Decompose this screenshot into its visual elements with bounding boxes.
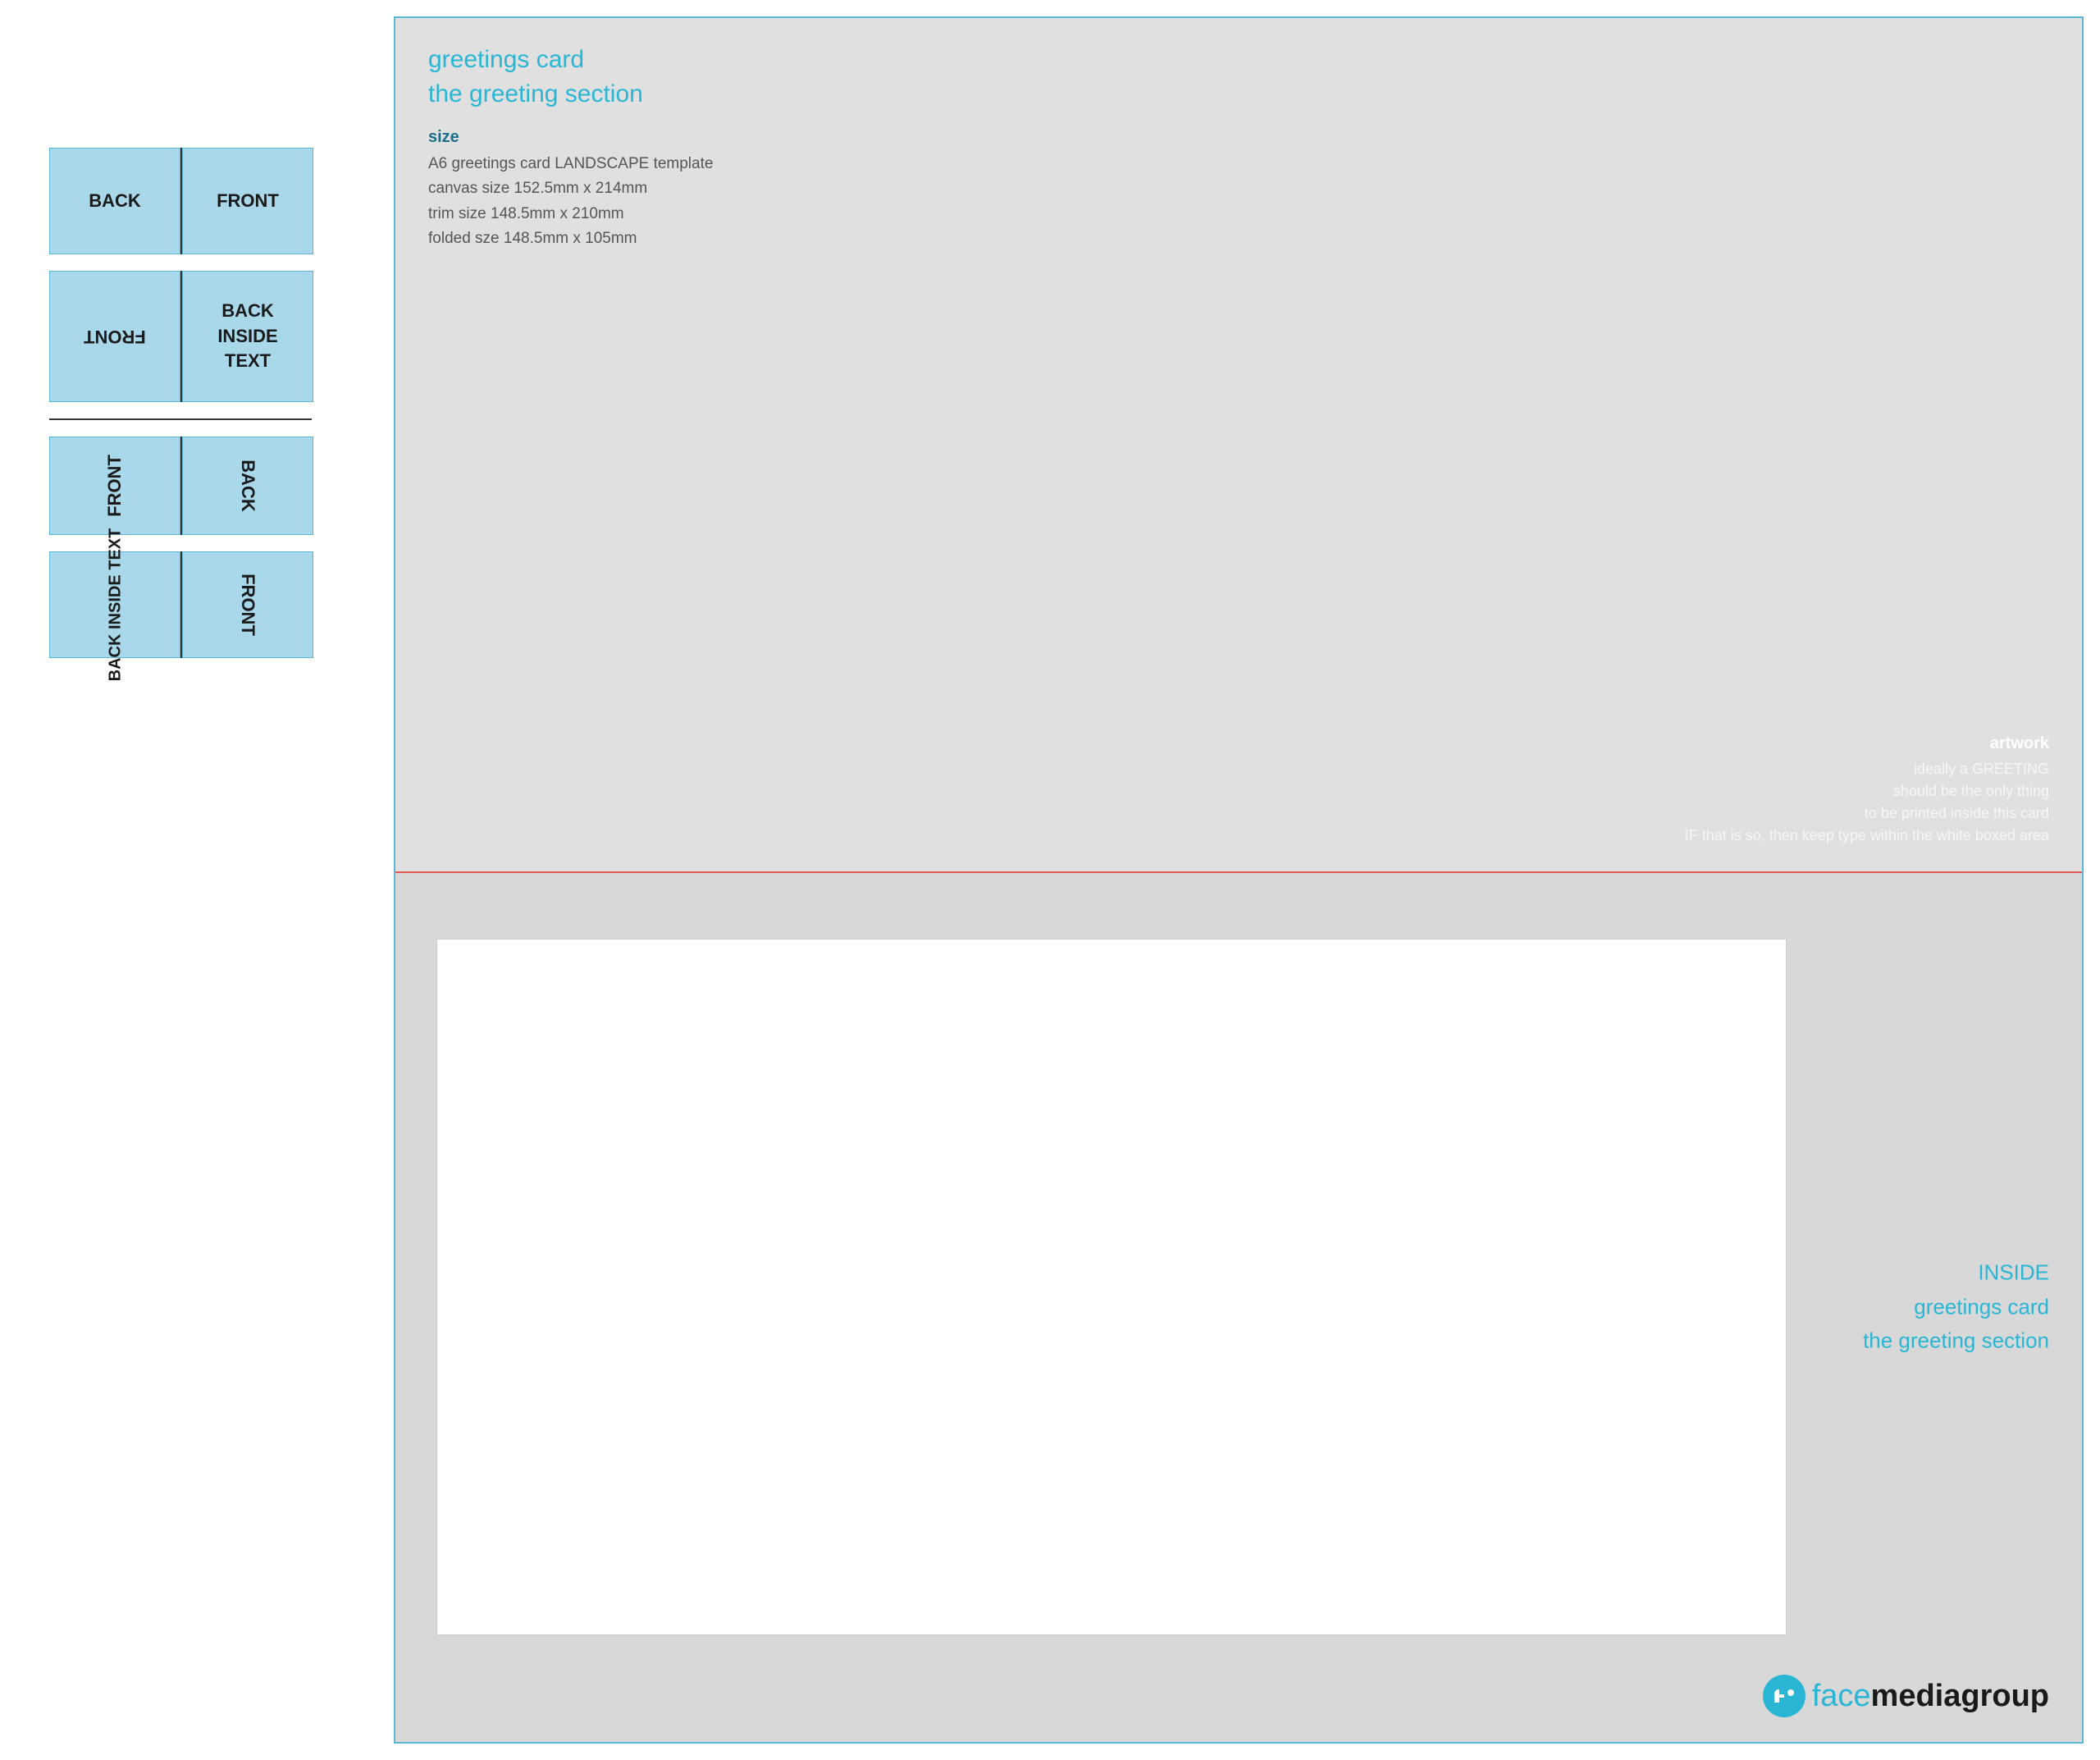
artwork-title: artwork bbox=[1685, 734, 2049, 753]
inside-line2: greetings card bbox=[1863, 1290, 2049, 1324]
back-inside-label: BACK INSIDE TEXT bbox=[217, 299, 277, 374]
right-panel: greetings card the greeting section size… bbox=[394, 0, 2100, 1760]
fmg-logo: facemediagroup bbox=[1763, 1675, 2049, 1717]
fmg-text: facemediagroup bbox=[1812, 1679, 2049, 1714]
artwork-line4: IF that is so, then keep type within the… bbox=[1685, 825, 2049, 847]
artwork-line3: to be printed inside this card bbox=[1685, 802, 2049, 825]
card-row-1: BACK FRONT bbox=[49, 148, 361, 254]
back-rotated-label: BACK bbox=[237, 459, 258, 512]
front-rotated-label: FRONT bbox=[104, 455, 126, 517]
card-front-flipped: FRONT bbox=[49, 271, 180, 402]
left-panel: BACK FRONT FRONT BACK INSIDE TEXT FRONT … bbox=[0, 0, 394, 1760]
size-line3: trim size 148.5mm x 210mm bbox=[428, 202, 2049, 226]
back-label: BACK bbox=[89, 190, 141, 212]
inside-white-box bbox=[436, 939, 1787, 1636]
fmg-face: face bbox=[1812, 1679, 1871, 1713]
card-back-inside: BACK INSIDE TEXT bbox=[182, 271, 313, 402]
artwork-block: artwork ideally a GREETING should be the… bbox=[1685, 734, 2049, 847]
horizontal-divider bbox=[49, 418, 312, 420]
card-row-2: FRONT BACK INSIDE TEXT bbox=[49, 271, 361, 402]
size-line2: canvas size 152.5mm x 214mm bbox=[428, 176, 2049, 201]
artwork-desc: ideally a GREETING should be the only th… bbox=[1685, 758, 2049, 847]
size-line4: folded sze 148.5mm x 105mm bbox=[428, 226, 2049, 251]
canvas-title: greetings card the greeting section bbox=[428, 43, 2049, 112]
card-front-top: FRONT bbox=[182, 148, 313, 254]
card-row-4: BACK INSIDE TEXT FRONT bbox=[49, 551, 361, 658]
canvas-bottom: INSIDE greetings card the greeting secti… bbox=[395, 873, 2082, 1743]
inside-line3: the greeting section bbox=[1863, 1324, 2049, 1359]
inside-line1: INSIDE bbox=[1863, 1256, 2049, 1291]
size-info: A6 greetings card LANDSCAPE template can… bbox=[428, 152, 2049, 252]
card-back-top: BACK bbox=[49, 148, 180, 254]
card-back-inside-rotated: BACK INSIDE TEXT bbox=[49, 551, 180, 658]
canvas-outer: greetings card the greeting section size… bbox=[394, 16, 2084, 1744]
front-rotated-label-2: FRONT bbox=[237, 574, 258, 636]
card-row-3: FRONT BACK bbox=[49, 437, 361, 535]
card-back-rotated: BACK bbox=[182, 437, 313, 535]
front-label: FRONT bbox=[217, 190, 279, 212]
size-label: size bbox=[428, 128, 2049, 147]
title-line2: the greeting section bbox=[428, 77, 2049, 112]
fmg-icon bbox=[1763, 1675, 1806, 1717]
front-flipped-label: FRONT bbox=[84, 326, 146, 347]
size-line1: A6 greetings card LANDSCAPE template bbox=[428, 152, 2049, 176]
title-line1: greetings card bbox=[428, 43, 2049, 77]
card-front-rotated: FRONT bbox=[49, 437, 180, 535]
artwork-line2: should be the only thing bbox=[1685, 780, 2049, 802]
inside-text-block: INSIDE greetings card the greeting secti… bbox=[1863, 1256, 2049, 1359]
canvas-top: greetings card the greeting section size… bbox=[395, 18, 2082, 873]
card-front-rotated-2: FRONT bbox=[182, 551, 313, 658]
fmg-mediagroup: mediagroup bbox=[1871, 1679, 2049, 1713]
back-inside-text-rotated-label: BACK INSIDE TEXT bbox=[104, 528, 126, 682]
artwork-line1: ideally a GREETING bbox=[1685, 758, 2049, 780]
